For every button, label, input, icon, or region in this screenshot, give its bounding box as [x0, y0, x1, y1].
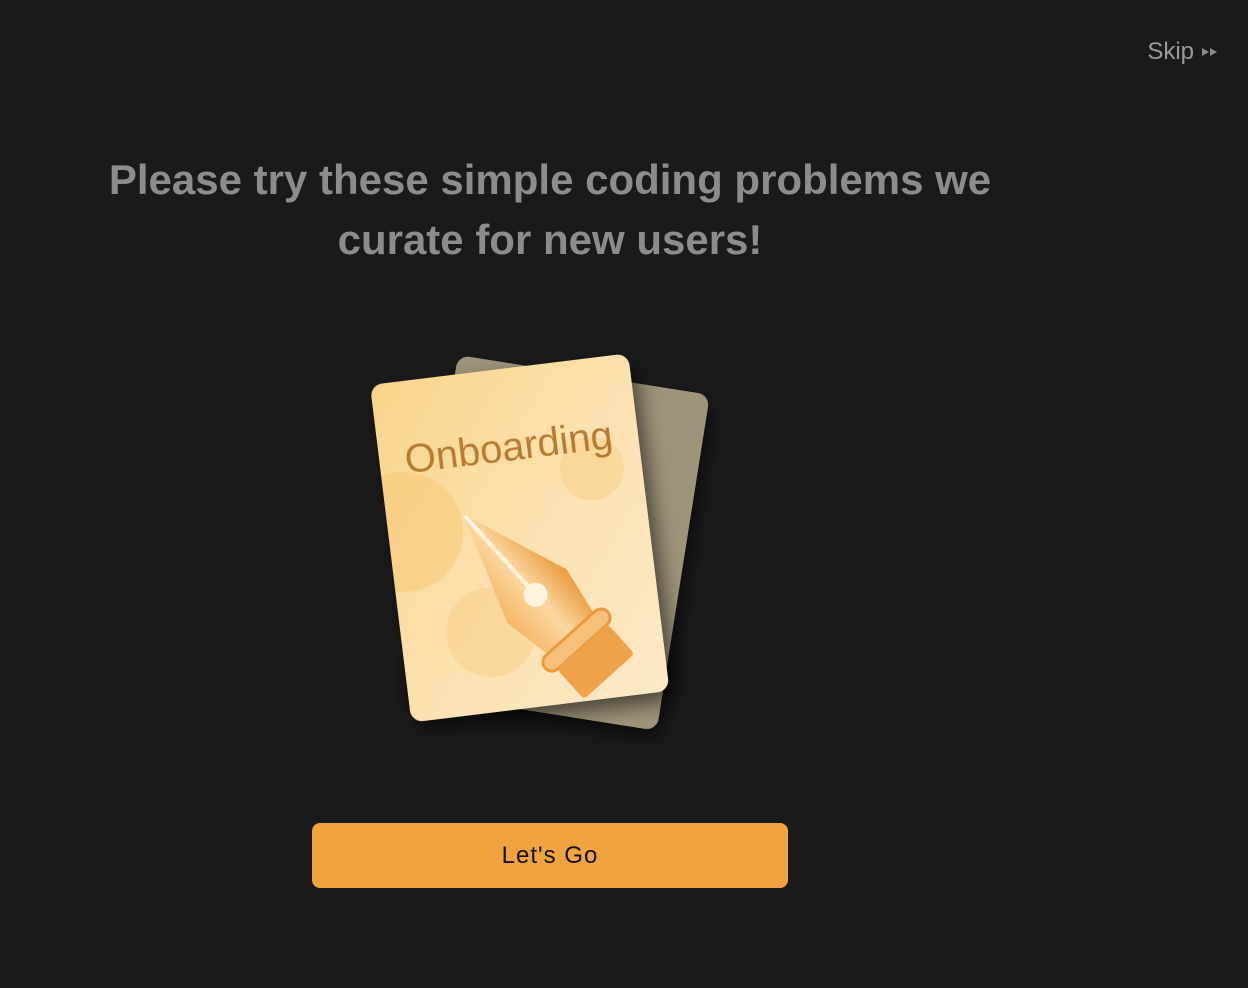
onboarding-card-art: Onboarding	[370, 354, 709, 729]
front-card: Onboarding	[370, 354, 669, 722]
skip-label: Skip	[1147, 38, 1194, 65]
page-title: Please try these simple coding problems …	[50, 150, 1050, 270]
onboarding-page: Skip Please try these simple coding prob…	[0, 0, 1248, 988]
fast-forward-icon	[1200, 45, 1220, 59]
page-title-line-2: curate for new users!	[337, 216, 763, 263]
onboarding-card-illustration: Onboarding	[360, 345, 730, 765]
lets-go-button[interactable]: Let's Go	[312, 823, 788, 888]
page-title-line-1: Please try these simple coding problems …	[108, 156, 992, 203]
skip-button[interactable]: Skip	[1147, 38, 1220, 66]
